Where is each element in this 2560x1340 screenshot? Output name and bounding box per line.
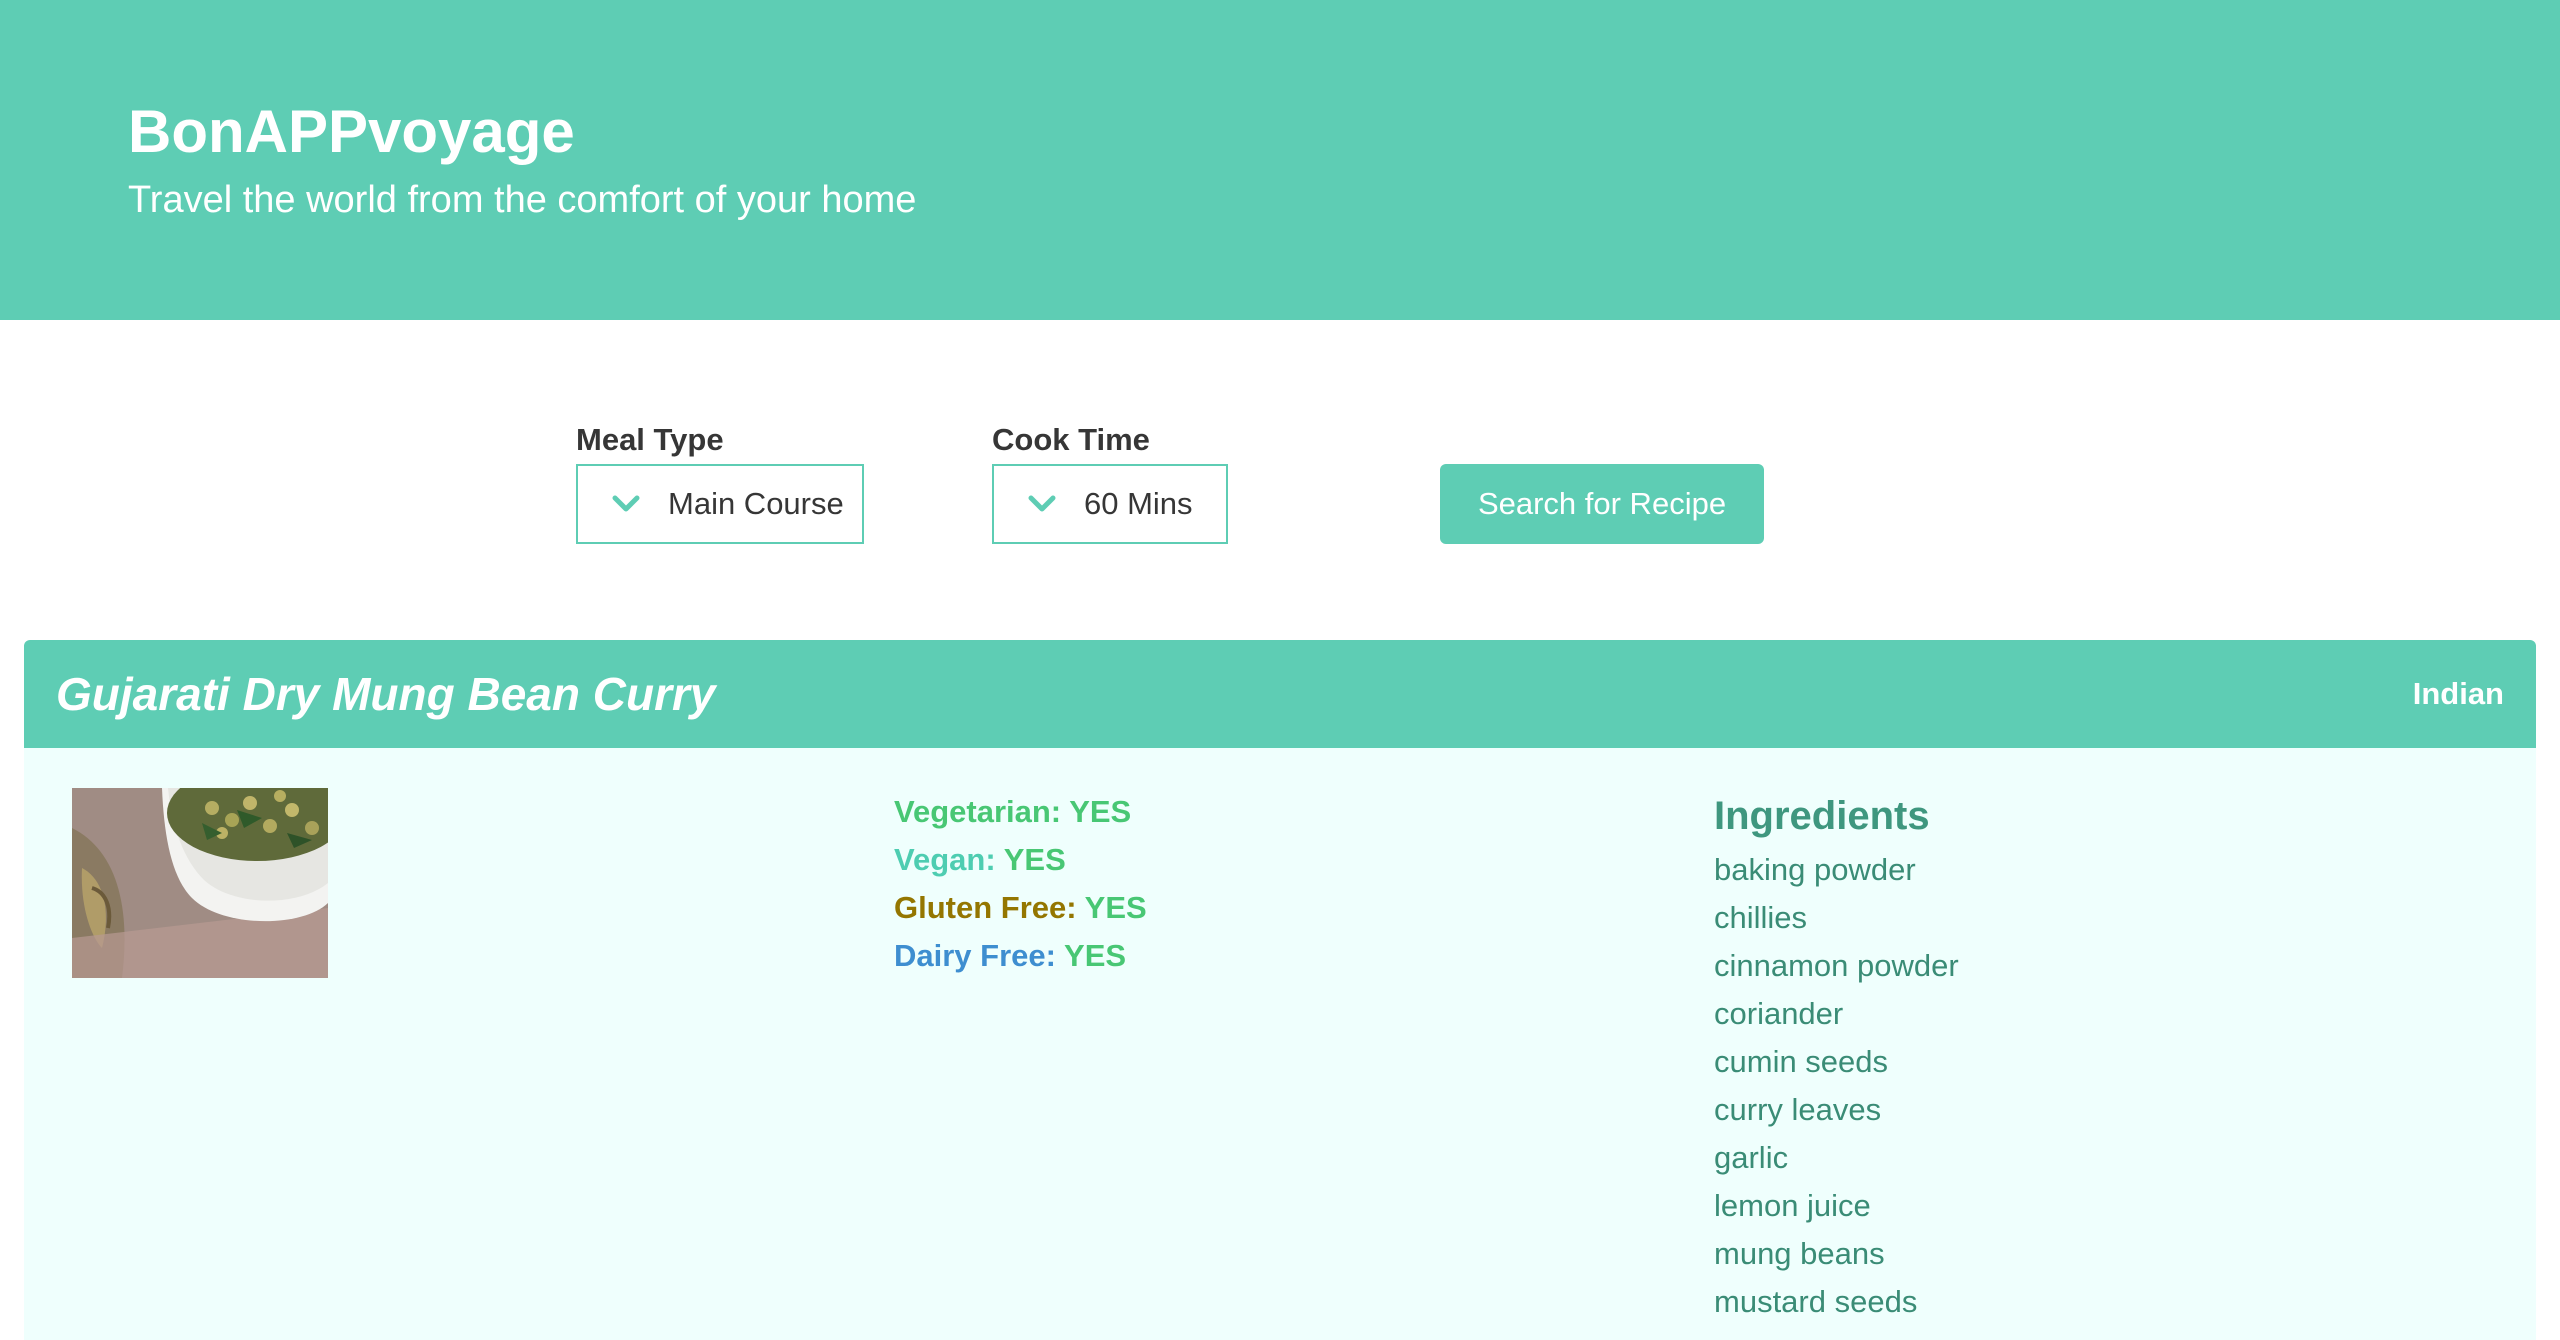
meal-type-label: Meal Type <box>576 422 724 457</box>
diet-info: Vegetarian: YES Vegan: YES Gluten Free: … <box>894 788 1147 980</box>
cook-time-value: 60 Mins <box>1084 486 1193 521</box>
chevron-down-icon <box>606 484 646 524</box>
ingredient-item: chillies <box>1714 900 1808 935</box>
ingredient-item: mung beans <box>1714 1236 1885 1271</box>
ingredient-item: cinnamon powder <box>1714 948 1959 983</box>
recipe-image <box>72 788 328 978</box>
ingredients-section: Ingredients baking powder chillies cinna… <box>1714 788 1959 1326</box>
ingredient-item: baking powder <box>1714 852 1916 887</box>
vegetarian-value: YES <box>1069 794 1132 829</box>
ingredients-list: baking powder chillies cinnamon powder c… <box>1714 846 1959 1326</box>
vegan-row: Vegan: YES <box>894 836 1147 884</box>
cuisine-label: Indian <box>2412 676 2504 711</box>
ingredient-item: garlic <box>1714 1140 1789 1175</box>
recipe-card: Gujarati Dry Mung Bean Curry Indian Vege… <box>24 640 2536 1340</box>
cook-time-label: Cook Time <box>992 422 1150 457</box>
dairy-free-value: YES <box>1064 938 1127 973</box>
ingredient-item: cumin seeds <box>1714 1044 1889 1079</box>
dairy-free-row: Dairy Free: YES <box>894 932 1147 980</box>
vegan-label: Vegan: <box>894 842 996 877</box>
vegetarian-label: Vegetarian: <box>894 794 1062 829</box>
gluten-free-label: Gluten Free: <box>894 890 1077 925</box>
ingredient-item: lemon juice <box>1714 1188 1871 1223</box>
vegan-value: YES <box>1003 842 1066 877</box>
gluten-free-value: YES <box>1084 890 1147 925</box>
hero-banner: BonAPPvoyage Travel the world from the c… <box>0 0 2560 320</box>
dairy-free-label: Dairy Free: <box>894 938 1056 973</box>
ingredient-item: mustard seeds <box>1714 1284 1918 1319</box>
meal-type-value: Main Course <box>668 486 844 521</box>
ingredient-item: coriander <box>1714 996 1844 1031</box>
site-subtitle: Travel the world from the comfort of you… <box>128 179 917 221</box>
ingredients-heading: Ingredients <box>1714 794 1930 838</box>
ingredient-item: curry leaves <box>1714 1092 1882 1127</box>
gluten-free-row: Gluten Free: YES <box>894 884 1147 932</box>
site-title: BonAPPvoyage <box>128 98 575 165</box>
vegetarian-row: Vegetarian: YES <box>894 788 1147 836</box>
chevron-down-icon <box>1022 484 1062 524</box>
search-recipe-button[interactable]: Search for Recipe <box>1440 464 1764 544</box>
recipe-title[interactable]: Gujarati Dry Mung Bean Curry <box>56 664 715 724</box>
recipe-card-header: Gujarati Dry Mung Bean Curry Indian <box>24 640 2536 748</box>
cook-time-select[interactable]: 60 Mins <box>992 464 1228 544</box>
meal-type-select[interactable]: Main Course <box>576 464 864 544</box>
